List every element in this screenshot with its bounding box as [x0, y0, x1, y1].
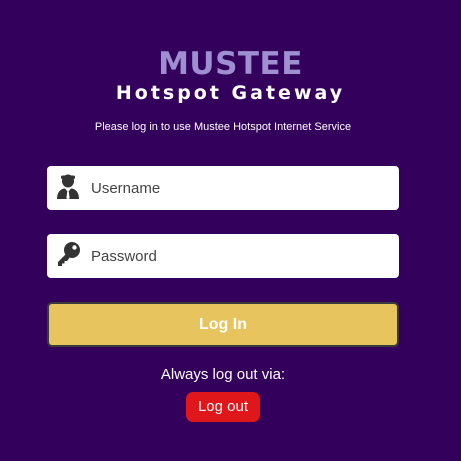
password-input[interactable] [91, 234, 391, 278]
logout-instructions: Always log out via: [160, 366, 286, 383]
logout-button[interactable]: Log out [186, 392, 260, 422]
username-field[interactable] [47, 166, 399, 210]
login-button[interactable]: Log In [47, 302, 399, 347]
user-icon [55, 173, 83, 201]
key-icon [55, 241, 83, 269]
username-input[interactable] [91, 166, 391, 210]
brand-title: MUSTEE [158, 46, 303, 82]
page-subtitle: Hotspot Gateway [115, 82, 346, 104]
password-field[interactable] [47, 234, 399, 278]
login-instructions: Please log in to use Mustee Hotspot Inte… [94, 121, 352, 133]
